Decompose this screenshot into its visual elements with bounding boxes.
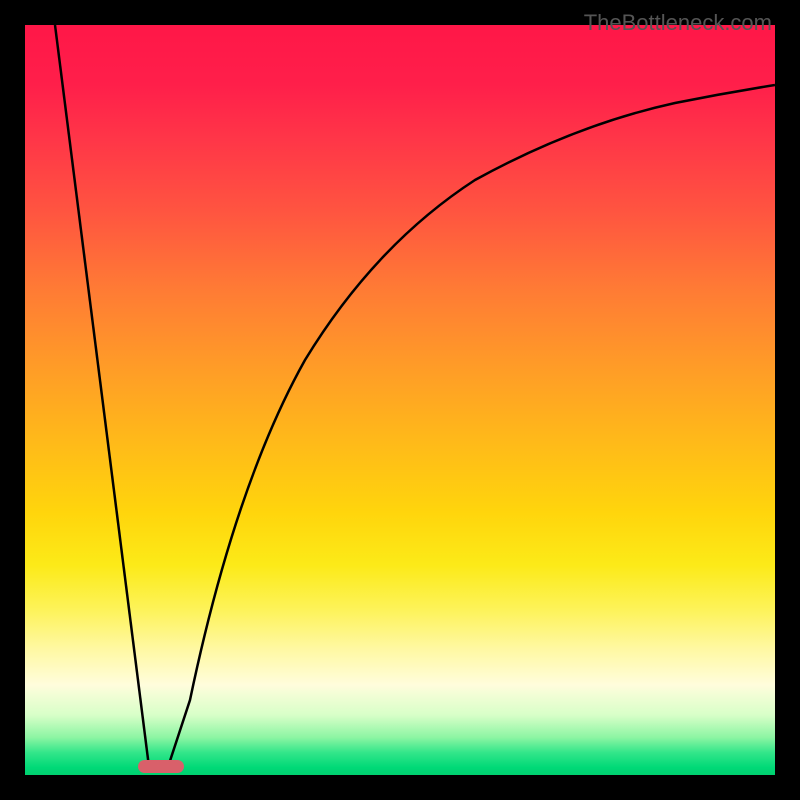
- curve-overlay: [25, 25, 775, 775]
- bottleneck-marker: [138, 760, 184, 773]
- watermark-text: TheBottleneck.com: [584, 10, 772, 36]
- plot-area: [25, 25, 775, 775]
- left-line: [55, 25, 149, 767]
- chart-container: TheBottleneck.com: [10, 10, 790, 790]
- right-curve: [168, 85, 775, 767]
